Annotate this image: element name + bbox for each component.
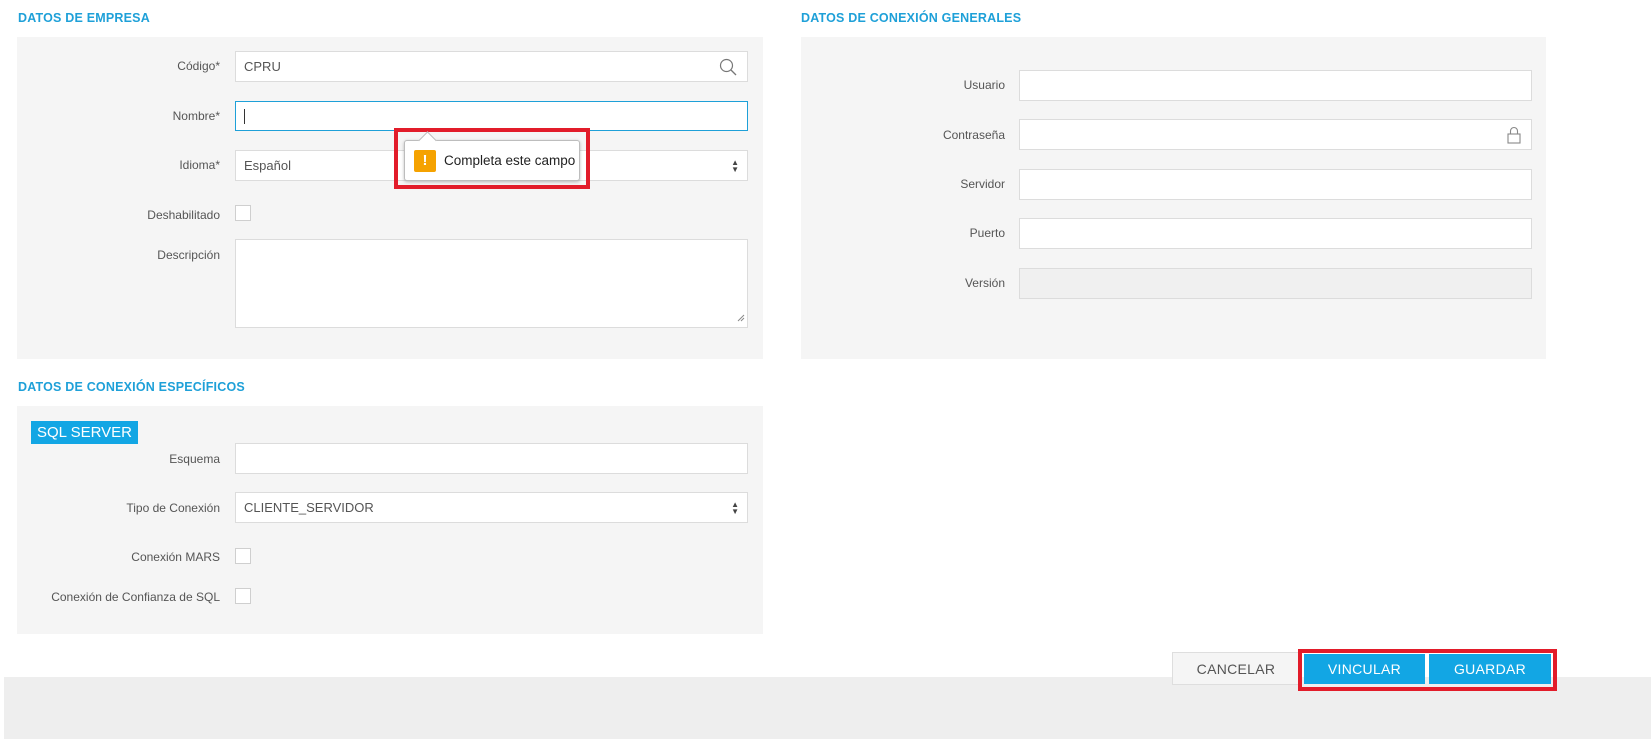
usuario-field[interactable] [1019, 70, 1532, 101]
tipo-conexion-value: CLIENTE_SERVIDOR [244, 500, 374, 515]
generales-section-title: DATOS DE CONEXIÓN GENERALES [801, 11, 1022, 25]
esquema-label: Esquema [169, 452, 220, 466]
codigo-value: CPRU [244, 59, 281, 74]
idioma-value: Español [244, 158, 291, 173]
mars-label: Conexión MARS [131, 550, 220, 564]
deshabilitado-label: Deshabilitado [147, 208, 220, 222]
puerto-field[interactable] [1019, 218, 1532, 249]
contrasena-field[interactable] [1019, 119, 1532, 150]
tipo-conexion-select[interactable]: CLIENTE_SERVIDOR ▲ ▼ [235, 492, 748, 523]
codigo-label: Código* [177, 59, 220, 73]
warning-icon: ! [414, 149, 436, 172]
servidor-field[interactable] [1019, 169, 1532, 200]
esquema-field[interactable] [235, 443, 748, 474]
empresa-section-title: DATOS DE EMPRESA [18, 11, 150, 25]
version-field [1019, 268, 1532, 299]
text-cursor [244, 108, 245, 124]
nombre-field[interactable] [235, 101, 748, 131]
resize-handle-icon[interactable] [737, 310, 745, 325]
select-arrows-icon: ▲ ▼ [731, 499, 739, 516]
idioma-label: Idioma* [179, 158, 220, 172]
codigo-field[interactable]: CPRU [235, 51, 748, 82]
cancel-button[interactable]: CANCELAR [1172, 652, 1300, 685]
vincular-button[interactable]: VINCULAR [1304, 654, 1425, 684]
descripcion-label: Descripción [157, 248, 220, 262]
select-arrows-icon: ▲ ▼ [731, 157, 739, 174]
descripcion-textarea[interactable] [235, 239, 748, 328]
tipo-conexion-label: Tipo de Conexión [126, 501, 220, 515]
confianza-label: Conexión de Confianza de SQL [51, 590, 220, 604]
version-label: Versión [964, 276, 1005, 290]
especificos-section-title: DATOS DE CONEXIÓN ESPECÍFICOS [18, 380, 245, 394]
usuario-label: Usuario [963, 78, 1005, 92]
servidor-label: Servidor [960, 177, 1005, 191]
puerto-label: Puerto [969, 226, 1005, 240]
nombre-label: Nombre* [172, 109, 220, 123]
deshabilitado-checkbox[interactable] [235, 205, 251, 221]
confianza-checkbox[interactable] [235, 588, 251, 604]
lock-icon [1507, 126, 1521, 147]
validation-tooltip: ! Completa este campo [404, 131, 580, 181]
contrasena-label: Contraseña [942, 128, 1005, 142]
search-icon[interactable] [719, 58, 737, 79]
tooltip-text: Completa este campo [444, 153, 576, 168]
sql-server-tag: SQL SERVER [31, 421, 138, 444]
mars-checkbox[interactable] [235, 548, 251, 564]
guardar-button[interactable]: GUARDAR [1429, 654, 1551, 684]
